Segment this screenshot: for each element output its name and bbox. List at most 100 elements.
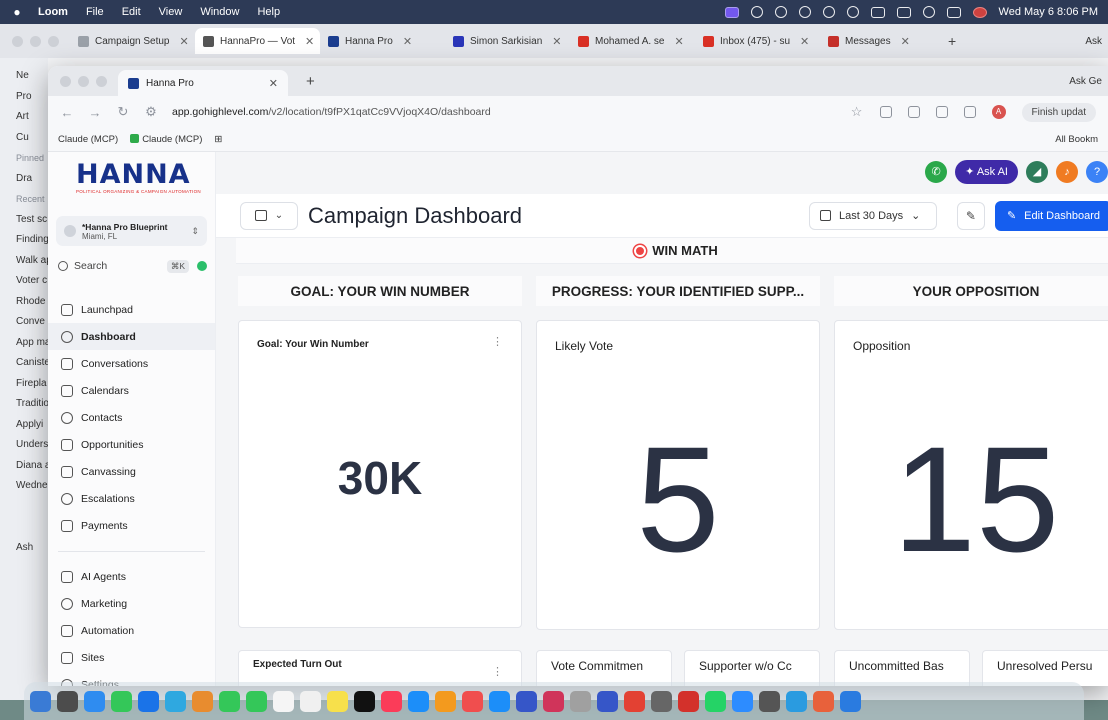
- bookmark-star-icon[interactable]: ☆: [850, 104, 864, 120]
- sidebar-item-escalations[interactable]: Escalations: [48, 485, 215, 512]
- sidebar-item-contacts[interactable]: Contacts: [48, 404, 215, 431]
- dock-app-icon[interactable]: [624, 690, 645, 712]
- background-sidebar-item[interactable]: Rhode: [0, 292, 48, 313]
- cast-icon[interactable]: [963, 106, 976, 118]
- customize-button[interactable]: ✎: [956, 201, 985, 230]
- ask-gemini-button[interactable]: Ask Ge: [1069, 76, 1108, 87]
- new-tab-icon[interactable]: +: [306, 73, 315, 90]
- dock-app-icon[interactable]: [192, 690, 213, 712]
- background-sidebar-item[interactable]: Finding: [0, 230, 48, 251]
- card-likely-vote[interactable]: Likely Vote 5: [536, 320, 820, 630]
- sidebar-toggle-icon[interactable]: [935, 106, 948, 118]
- dock-app-icon[interactable]: [813, 690, 834, 712]
- help-button[interactable]: ?: [1086, 161, 1108, 183]
- date-range-select[interactable]: Last 30 Days ⌄: [808, 201, 937, 230]
- extension-puzzle-icon[interactable]: [879, 106, 892, 118]
- dock-app-icon[interactable]: [138, 690, 159, 712]
- dock-app-icon[interactable]: [30, 690, 51, 712]
- screen-icon[interactable]: [798, 6, 811, 18]
- card-uncommitted-base[interactable]: Uncommitted Bas: [834, 650, 970, 686]
- play-icon[interactable]: [846, 6, 859, 18]
- extension-icon[interactable]: [774, 6, 787, 18]
- background-sidebar-item[interactable]: Ne: [0, 66, 48, 87]
- close-dot[interactable]: [60, 75, 71, 87]
- card-win-number[interactable]: Goal: Your Win Number ⋮ 30K: [238, 320, 522, 628]
- menu-app-name[interactable]: Loom: [38, 6, 68, 18]
- bookmark-claude-mcp-1[interactable]: Claude (MCP): [58, 134, 118, 145]
- site-info-icon[interactable]: ⚙: [144, 104, 158, 120]
- dock-app-icon[interactable]: [516, 690, 537, 712]
- background-sidebar-item[interactable]: Recent: [0, 189, 48, 210]
- background-sidebar-item[interactable]: Diana a: [0, 456, 48, 477]
- card-expected-turnout[interactable]: Expected Turn Out ⋮: [238, 650, 522, 686]
- dock-app-icon[interactable]: [570, 690, 591, 712]
- reload-icon[interactable]: ↻: [116, 104, 130, 120]
- apple-menu-icon[interactable]: ●: [10, 5, 24, 19]
- background-tab[interactable]: Simon Sarkisian ✕: [445, 28, 570, 54]
- background-tab[interactable]: Messages ✕: [820, 28, 940, 54]
- menu-view[interactable]: View: [159, 6, 183, 18]
- background-tab[interactable]: Mohamed A. se ✕: [570, 28, 695, 54]
- background-sidebar-item[interactable]: Test sc: [0, 210, 48, 231]
- background-sidebar-item[interactable]: App ma: [0, 333, 48, 354]
- megaphone-icon[interactable]: ◢: [1026, 161, 1048, 183]
- battery-icon[interactable]: [896, 6, 911, 18]
- menu-edit[interactable]: Edit: [122, 6, 141, 18]
- sidebar-item-marketing[interactable]: Marketing: [48, 590, 215, 617]
- dock-app-icon[interactable]: [300, 690, 321, 712]
- background-sidebar-item[interactable]: Art: [0, 107, 48, 128]
- dock-app-icon[interactable]: [408, 690, 429, 712]
- background-sidebar-item[interactable]: Wedne: [0, 476, 48, 497]
- menu-help[interactable]: Help: [257, 6, 280, 18]
- sidebar-item-dashboard[interactable]: Dashboard: [48, 323, 215, 350]
- background-sidebar-item[interactable]: Applyi: [0, 415, 48, 436]
- sidebar-item-calendars[interactable]: Calendars: [48, 377, 215, 404]
- dock-app-icon[interactable]: [786, 690, 807, 712]
- siri-icon[interactable]: [972, 6, 987, 18]
- dock-app-icon[interactable]: [840, 690, 861, 712]
- phone-icon[interactable]: ✆: [925, 161, 948, 183]
- close-tab-icon[interactable]: ✕: [305, 35, 314, 48]
- dock-app-icon[interactable]: [678, 690, 699, 712]
- close-dot[interactable]: [12, 35, 23, 47]
- dock-app-icon[interactable]: [543, 690, 564, 712]
- background-sidebar-item[interactable]: Cu: [0, 128, 48, 149]
- background-sidebar-item[interactable]: Unders: [0, 435, 48, 456]
- background-sidebar-item[interactable]: [0, 497, 48, 518]
- background-sidebar-item[interactable]: Pro: [0, 87, 48, 108]
- background-sidebar-item[interactable]: Dra: [0, 169, 48, 190]
- brightness-icon[interactable]: [750, 6, 763, 18]
- menu-window[interactable]: Window: [200, 6, 239, 18]
- menubar-clock[interactable]: Wed May 6 8:06 PM: [999, 6, 1098, 18]
- ask-ai-button[interactable]: ✦ Ask AI: [955, 160, 1018, 184]
- dock-app-icon[interactable]: [651, 690, 672, 712]
- sidebar-item-sites[interactable]: Sites: [48, 644, 215, 671]
- url-field[interactable]: app.gohighlevel.com/v2/location/t9fPX1qa…: [172, 106, 836, 118]
- forward-icon[interactable]: [822, 6, 835, 18]
- close-tab-icon[interactable]: ✕: [403, 35, 412, 48]
- zoom-dot[interactable]: [48, 35, 59, 47]
- close-tab-icon[interactable]: ✕: [269, 77, 278, 90]
- dock-app-icon[interactable]: [381, 690, 402, 712]
- dock-app-icon[interactable]: [84, 690, 105, 712]
- dock-app-icon[interactable]: [219, 690, 240, 712]
- background-sidebar-item[interactable]: Traditio: [0, 394, 48, 415]
- dock-app-icon[interactable]: [354, 690, 375, 712]
- minimize-dot[interactable]: [78, 75, 89, 87]
- loom-record-icon[interactable]: [724, 6, 739, 18]
- all-bookmarks-button[interactable]: All Bookm: [1055, 134, 1098, 145]
- card-supporter-no-contact[interactable]: Supporter w/o Cc: [684, 650, 820, 686]
- profile-avatar[interactable]: A: [991, 105, 1006, 119]
- sidebar-item-canvassing[interactable]: Canvassing: [48, 458, 215, 485]
- background-ask-button[interactable]: Ask: [1079, 36, 1108, 47]
- close-tab-icon[interactable]: ✕: [800, 35, 809, 48]
- background-sidebar-item[interactable]: Walk ap: [0, 251, 48, 272]
- sidebar-item-payments[interactable]: Payments: [48, 512, 215, 539]
- background-tab[interactable]: HannaPro — Vot ✕: [195, 28, 320, 54]
- sidebar-item-ai-agents[interactable]: AI Agents: [48, 563, 215, 590]
- dock-app-icon[interactable]: [57, 690, 78, 712]
- dock-app-icon[interactable]: [759, 690, 780, 712]
- minimize-dot[interactable]: [30, 35, 41, 47]
- control-center-icon[interactable]: [946, 6, 961, 18]
- dock-app-icon[interactable]: [489, 690, 510, 712]
